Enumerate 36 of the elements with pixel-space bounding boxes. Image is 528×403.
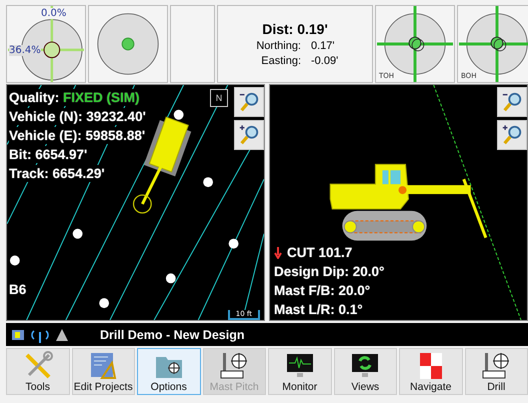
- zoom-out-button[interactable]: [497, 87, 527, 117]
- offset-label: Northing:: [255, 40, 301, 52]
- offset-value: 0.17': [311, 40, 336, 52]
- wrench-screwdriver-icon: [22, 351, 53, 381]
- gauge-reading: 0.0%: [41, 8, 66, 19]
- position-reading: Bit: 6654.97': [9, 146, 88, 163]
- gauge-reading: 36.4%: [9, 45, 41, 56]
- position-reading: Vehicle (N): 39232.40': [9, 108, 146, 125]
- position-reading: Track: 6654.29': [9, 165, 105, 182]
- zoom-in-icon: [501, 124, 523, 146]
- offset-label: Easting:: [260, 55, 301, 67]
- quality-status: Quality: FIXED (SIM): [9, 89, 140, 106]
- distance-reading: Dist: 0.19': [262, 21, 328, 37]
- offset-value: -0.09': [311, 55, 340, 67]
- drill-target-icon: [481, 351, 512, 381]
- down-arrow-icon: [274, 246, 282, 258]
- toolbar-button[interactable]: Drill: [464, 348, 528, 395]
- zoom-in-icon: [238, 124, 260, 146]
- blueprint-icon: [88, 351, 118, 381]
- toolbar-button[interactable]: Tools: [6, 348, 70, 395]
- toolbar-button[interactable]: Navigate: [399, 348, 462, 395]
- project-title: Drill Demo - New Design: [100, 328, 244, 342]
- row-label: B6: [9, 281, 26, 298]
- position-reading: Vehicle (E): 59858.88': [9, 127, 146, 144]
- zoom-out-button[interactable]: [234, 87, 264, 117]
- toolbar-button[interactable]: Monitor: [268, 348, 332, 395]
- toolbar-button[interactable]: Views: [334, 348, 397, 395]
- zoom-out-icon: [501, 91, 523, 113]
- drill-target-icon: [219, 351, 250, 381]
- angle-reading: Design Dip: 20.0°: [274, 263, 384, 280]
- north-label: N: [216, 93, 222, 103]
- zoom-in-button[interactable]: [234, 120, 264, 150]
- toolbar-button[interactable]: Options: [137, 348, 200, 395]
- zoom-out-icon: [238, 91, 260, 113]
- toolbar-button[interactable]: Edit Projects: [72, 348, 135, 395]
- zoom-in-button[interactable]: [497, 120, 527, 150]
